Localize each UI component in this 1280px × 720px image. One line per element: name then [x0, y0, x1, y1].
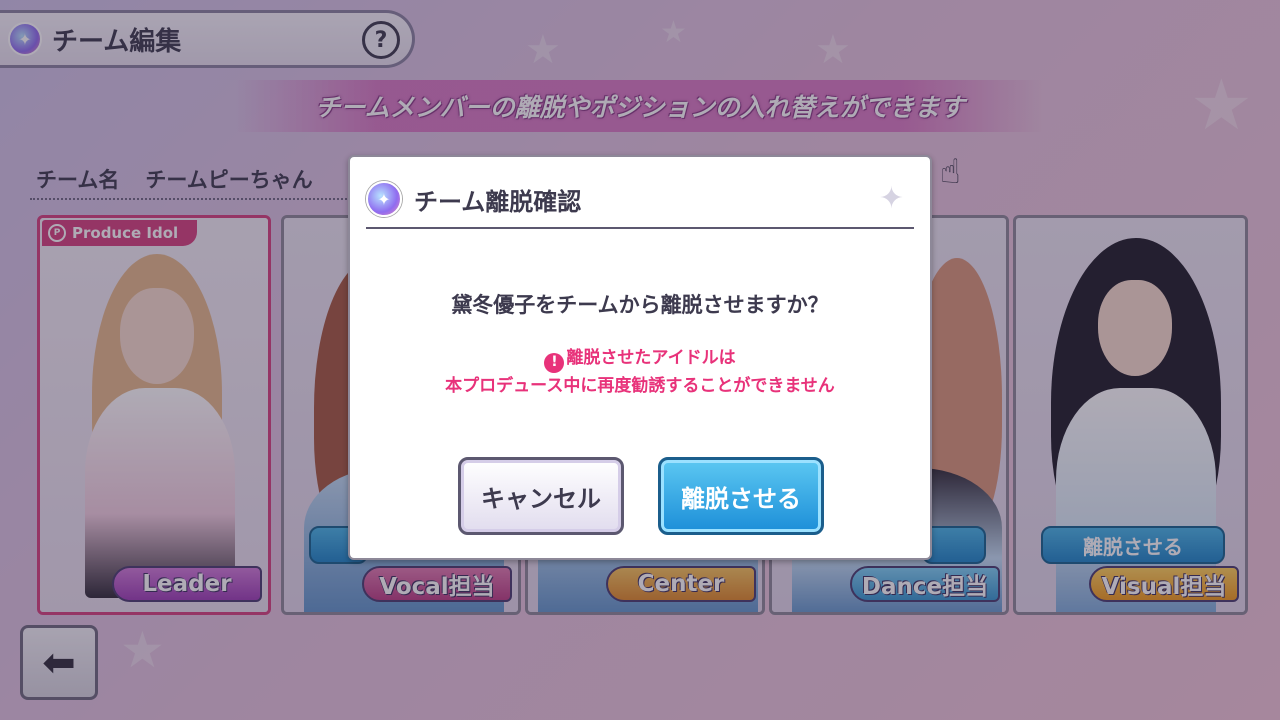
- dialog-question: 黛冬優子をチームから離脱させますか？: [451, 293, 829, 317]
- sparkle-icon: ✦: [878, 181, 904, 216]
- dialog-warning: ! 離脱させたアイドルは 本プロデュース中に再度勧誘することができません: [350, 345, 930, 400]
- leave-team-dialog: ✦ チーム離脱確認 ✦ 黛冬優子をチームから離脱させますか？ ! 離脱させたアイド…: [348, 155, 932, 560]
- dialog-title: チーム離脱確認: [414, 187, 582, 216]
- dialog-header: ✦ チーム離脱確認 ✦: [366, 171, 914, 229]
- confirm-remove-button[interactable]: 離脱させる: [658, 457, 824, 535]
- cancel-button[interactable]: キャンセル: [458, 457, 624, 535]
- app-logo-icon: ✦: [366, 181, 402, 217]
- warning-line-1: 離脱させたアイドルは: [566, 348, 736, 368]
- warning-line-2: 本プロデュース中に再度勧誘することができません: [445, 375, 835, 396]
- warning-icon: !: [544, 352, 565, 373]
